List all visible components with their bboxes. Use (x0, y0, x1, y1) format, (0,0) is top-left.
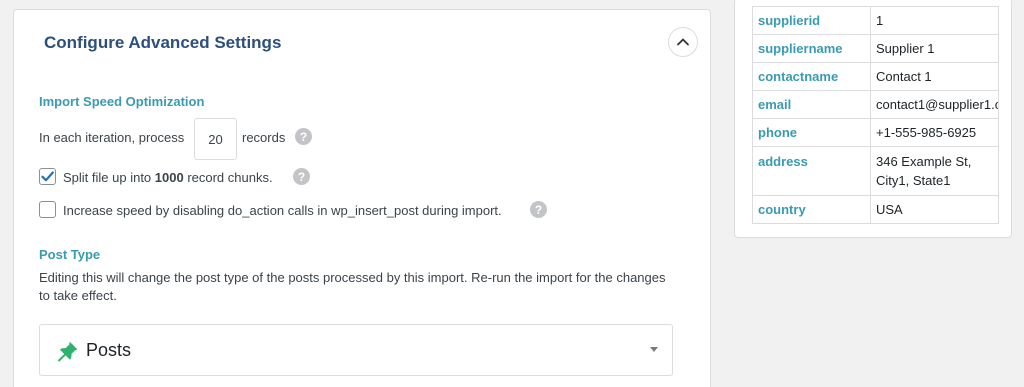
table-row: country USA (752, 195, 999, 224)
panel-title: Configure Advanced Settings (44, 33, 282, 52)
field-name: supplierid (752, 6, 871, 35)
field-value: USA (870, 195, 999, 224)
help-icon[interactable]: ? (293, 168, 310, 185)
post-type-selected-value: Posts (86, 340, 132, 360)
table-row: phone +1-555-985-6925 (752, 118, 999, 147)
field-value: Contact 1 (870, 62, 999, 91)
iteration-suffix-label: records (242, 130, 286, 145)
table-row: contactname Contact 1 (752, 62, 999, 91)
table-row: email contact1@supplier1.com (752, 90, 999, 119)
post-type-select[interactable]: Posts (39, 324, 673, 376)
field-name: contactname (752, 62, 871, 91)
split-suffix-text: record chunks. (183, 170, 273, 185)
field-value: 346 Example St, City1, State1 (870, 146, 999, 196)
caret-down-icon (650, 347, 658, 352)
speed-optimization-heading: Import Speed Optimization (39, 94, 205, 109)
field-value: contact1@supplier1.com (870, 90, 999, 119)
record-preview-panel: supplierid 1 suppliername Supplier 1 con… (734, 0, 1012, 238)
help-icon[interactable]: ? (530, 201, 547, 218)
table-row: address 346 Example St, City1, State1 (752, 146, 999, 196)
chevron-up-icon (677, 38, 689, 46)
records-per-iteration-input[interactable] (194, 118, 237, 160)
field-value: 1 (870, 6, 999, 35)
post-type-description: Editing this will change the post type o… (39, 270, 666, 303)
advanced-settings-panel: Configure Advanced Settings Import Speed… (13, 9, 711, 387)
field-name: email (752, 90, 871, 119)
disable-do-action-label: Increase speed by disabling do_action ca… (63, 203, 502, 218)
split-prefix-text: Split file up into (63, 170, 155, 185)
field-value: Supplier 1 (870, 34, 999, 63)
panel-header: Configure Advanced Settings (14, 10, 710, 76)
field-name: suppliername (752, 34, 871, 63)
collapse-button[interactable] (668, 27, 698, 57)
split-file-label: Split file up into 1000 record chunks. (63, 170, 273, 185)
post-type-heading: Post Type (39, 247, 101, 262)
field-name: country (752, 195, 871, 224)
iteration-prefix-label: In each iteration, process (39, 130, 185, 145)
disable-do-action-checkbox[interactable] (39, 201, 56, 218)
pushpin-icon (57, 341, 78, 362)
table-row: suppliername Supplier 1 (752, 34, 999, 63)
field-value: +1-555-985-6925 (870, 118, 999, 147)
help-icon[interactable]: ? (295, 128, 312, 145)
split-file-checkbox[interactable] (39, 168, 56, 185)
split-count-text: 1000 (154, 170, 184, 185)
record-table: supplierid 1 suppliername Supplier 1 con… (752, 6, 999, 224)
table-row: supplierid 1 (752, 6, 999, 35)
field-name: address (752, 146, 871, 196)
checkmark-icon (41, 171, 54, 182)
field-name: phone (752, 118, 871, 147)
